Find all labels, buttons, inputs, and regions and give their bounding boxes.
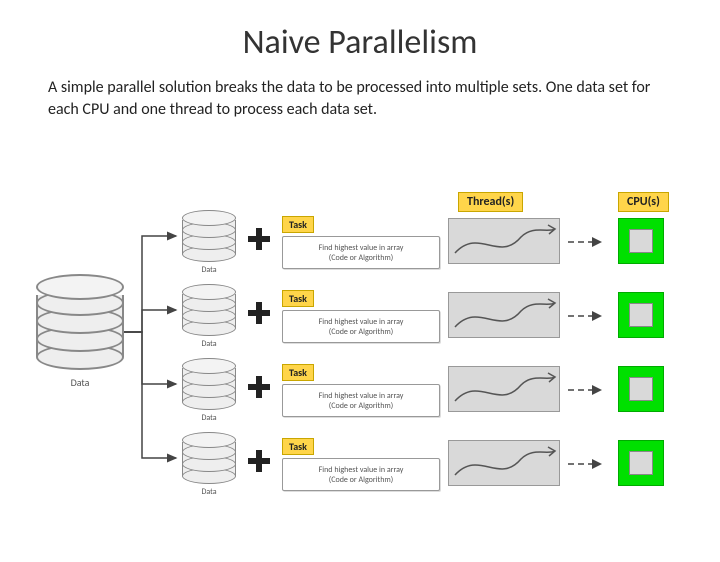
task-label: Task (282, 438, 314, 455)
threads-header: Thread(s) (458, 192, 523, 212)
cpus-header: CPU(s) (618, 192, 669, 212)
cpu-box (618, 218, 664, 264)
plus-icon (248, 302, 270, 324)
task-label: Task (282, 364, 314, 381)
task-group: Task Find highest value in array (Code o… (282, 436, 440, 491)
data-subset-cylinder: Data (182, 286, 236, 349)
task-description-box: Find highest value in array (Code or Alg… (282, 384, 440, 417)
data-subset-label: Data (182, 265, 236, 275)
thread-to-cpu-arrow (564, 232, 612, 252)
task-description-box: Find highest value in array (Code or Alg… (282, 236, 440, 269)
plus-icon (248, 450, 270, 472)
thread-box (448, 366, 560, 412)
thread-box (448, 440, 560, 486)
task-group: Task Find highest value in array (Code o… (282, 288, 440, 343)
task-description-box: Find highest value in array (Code or Alg… (282, 310, 440, 343)
cpu-die (629, 451, 653, 475)
slide-title: Naive Parallelism (0, 22, 720, 63)
data-subset-label: Data (182, 413, 236, 423)
task-group: Task Find highest value in array (Code o… (282, 362, 440, 417)
diagram-canvas: Thread(s) CPU(s) Data (0, 192, 720, 562)
data-subset-cylinder: Data (182, 212, 236, 275)
data-subset-cylinder: Data (182, 360, 236, 423)
thread-to-cpu-arrow (564, 380, 612, 400)
task-label: Task (282, 290, 314, 307)
data-subset-label: Data (182, 487, 236, 497)
task-label: Task (282, 216, 314, 233)
data-subset-label: Data (182, 339, 236, 349)
task-group: Task Find highest value in array (Code o… (282, 214, 440, 269)
cpu-die (629, 229, 653, 253)
data-subset-cylinder: Data (182, 434, 236, 497)
cpu-die (629, 303, 653, 327)
thread-box (448, 218, 560, 264)
plus-icon (248, 376, 270, 398)
big-data-cylinder: Data (36, 282, 124, 389)
cpu-box (618, 440, 664, 486)
thread-to-cpu-arrow (564, 454, 612, 474)
cpu-box (618, 366, 664, 412)
slide-description: A simple parallel solution breaks the da… (48, 77, 672, 120)
big-data-label: Data (36, 376, 124, 389)
plus-icon (248, 228, 270, 250)
thread-box (448, 292, 560, 338)
thread-to-cpu-arrow (564, 306, 612, 326)
task-description-box: Find highest value in array (Code or Alg… (282, 458, 440, 491)
cpu-box (618, 292, 664, 338)
cpu-die (629, 377, 653, 401)
